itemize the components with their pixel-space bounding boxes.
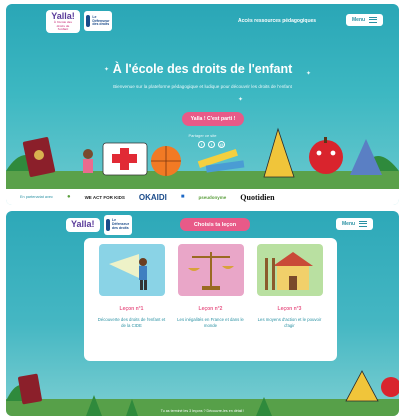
menu-button[interactable]: Menu (336, 218, 374, 230)
partner-logo[interactable]: ■ (181, 194, 185, 200)
defenseur-logo-text: Le Défenseur des droits (92, 14, 110, 27)
kid-body (83, 159, 93, 173)
partner-logo-pseudonyme[interactable]: pseudonyme (199, 195, 227, 200)
lesson-number: Leçon n°1 (119, 306, 144, 312)
hamburger-icon (359, 221, 368, 227)
lesson-description: Les moyens d'action et le pouvoir d'agir (257, 317, 322, 328)
lesson-card-2[interactable]: Leçon n°2 Les inégalités en France et da… (176, 244, 246, 355)
defenseur-logo-text: Le Défenseur des droits (111, 218, 130, 230)
passport-emblem (34, 150, 44, 160)
resources-link[interactable]: Accès ressources pédagogiques (238, 18, 316, 24)
defenseur-logo[interactable]: Le Défenseur des droits (84, 11, 112, 32)
lesson-number: Leçon n°2 (198, 306, 223, 312)
lessons-illustration (6, 370, 399, 416)
lesson-description: Découverte des droits de l'enfant et de … (97, 317, 166, 328)
ruler-triangle (263, 127, 295, 178)
yalla-logo[interactable]: Yalla! (66, 218, 100, 232)
explorer-head (138, 258, 147, 266)
lesson-cards: Leçon n°1 Découverte des droits de l'enf… (84, 238, 337, 361)
apple-stem (324, 137, 327, 143)
scale-pan-right (221, 266, 234, 269)
defenseur-logo-mark (86, 15, 91, 28)
flashlight-beam (108, 254, 139, 278)
lessons-section: Yalla! Le Défenseur des droits Choisis t… (6, 211, 399, 416)
hero-title: À l'école des droits de l'enfant (112, 62, 293, 76)
house-roof (272, 252, 313, 266)
header-logos: Yalla! À l'école des droits de l'enfant … (46, 10, 112, 33)
scale-base (201, 286, 220, 290)
explorer-leg (143, 280, 147, 290)
menu-label: Menu (352, 17, 366, 23)
partner-logo-weact[interactable]: WE ACT FOR KIDS (85, 195, 125, 200)
scale-pan-left (187, 268, 200, 271)
ladder-rail (264, 258, 268, 290)
yalla-logo[interactable]: Yalla! À l'école des droits de l'enfant (46, 10, 80, 33)
menu-button[interactable]: Menu (346, 14, 384, 26)
scale-beam (191, 256, 230, 258)
scroll-note[interactable]: Tu as terminé les 3 leçons ? Découvre-le… (6, 409, 399, 413)
lesson-card-1[interactable]: Leçon n°1 Découverte des droits de l'enf… (97, 244, 167, 355)
explorer-leg (139, 280, 143, 290)
defenseur-logo-mark (105, 219, 110, 231)
explorer-illustration (98, 244, 165, 296)
menu-label: Menu (342, 221, 356, 227)
grass (6, 171, 399, 189)
sparkle-icon: ✦ (238, 97, 244, 103)
ruler-triangle (345, 370, 379, 402)
house-door (288, 276, 297, 290)
apple (309, 140, 343, 174)
explorer-body (138, 266, 147, 280)
hamburger-icon (369, 17, 378, 23)
grass (6, 399, 399, 416)
partner-logo[interactable]: ● (67, 194, 71, 200)
partner-logo-quotidien[interactable]: Quotidien (240, 193, 274, 202)
yalla-logo-text: Yalla! (71, 219, 95, 230)
red-cross-horizontal (112, 154, 137, 163)
ladder-rail (271, 258, 275, 290)
section-title: Choisis ta leçon (180, 218, 250, 231)
header-logos: Yalla! Le Défenseur des droits (66, 215, 132, 235)
lesson-card-3[interactable]: Leçon n°3 Les moyens d'action et le pouv… (255, 244, 325, 355)
apple (381, 377, 399, 397)
hero-subtitle: Bienvenue sur la plateforme pédagogique … (113, 84, 292, 89)
home-section: Yalla! À l'école des droits de l'enfant … (6, 4, 399, 205)
yalla-logo-subtitle: À l'école des droits de l'enfant (53, 20, 73, 31)
partners-strip: En partenariat avec ● WE ACT FOR KIDS OK… (6, 189, 399, 205)
apple-eye-left (316, 150, 322, 156)
partners-label: En partenariat avec (20, 195, 53, 199)
apple-eye-right (330, 150, 336, 156)
lesson-number: Leçon n°3 (277, 306, 302, 312)
defenseur-logo[interactable]: Le Défenseur des droits (103, 215, 132, 235)
scales-illustration (177, 244, 244, 296)
kid-head (83, 149, 93, 159)
lesson-description: Les inégalités en France et dans le mond… (177, 317, 244, 328)
hero-illustration (6, 127, 399, 189)
partner-logo-okaidi[interactable]: OKAIDI (139, 193, 167, 202)
house-illustration (256, 244, 323, 296)
